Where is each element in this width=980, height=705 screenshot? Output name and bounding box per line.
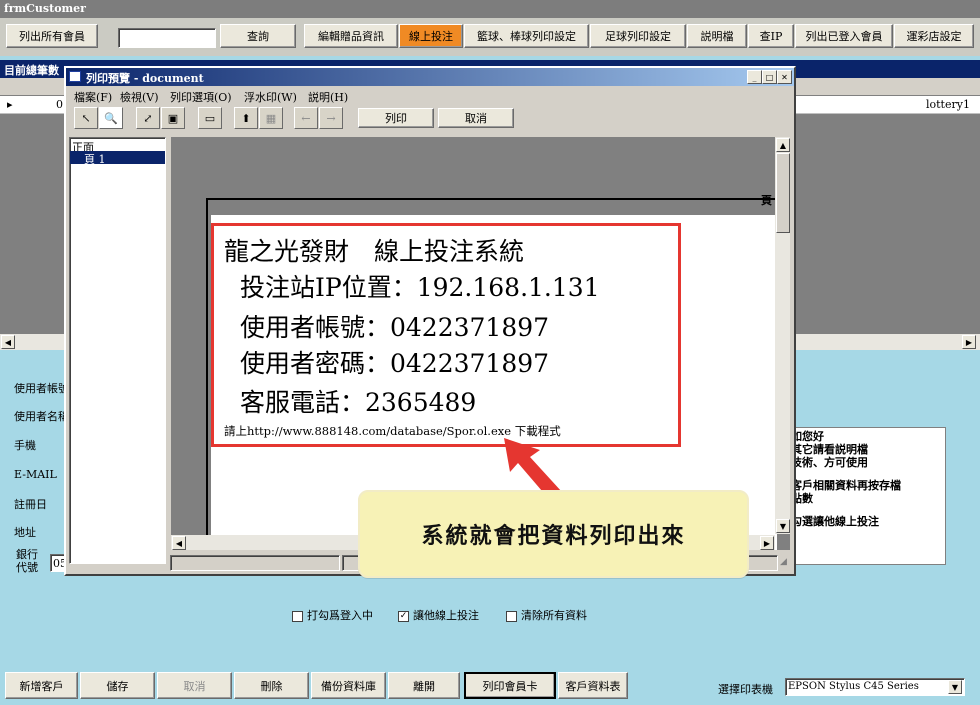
- customer-data-button[interactable]: 客戶資料表: [558, 672, 628, 699]
- doc-line-password: 使用者密碼：0422371897: [240, 349, 550, 378]
- chevron-down-icon[interactable]: ▼: [948, 680, 962, 694]
- search-input[interactable]: [118, 28, 216, 48]
- prev-page-icon[interactable]: ←: [294, 107, 318, 129]
- register-date-label: 註冊日: [14, 498, 47, 511]
- page-tree[interactable]: 正面 頁 1: [69, 137, 166, 564]
- grid-title: 目前總筆數: [4, 64, 59, 77]
- menu-file[interactable]: 檔案(F): [74, 89, 112, 105]
- checkbox-label: 打勾爲登入中: [307, 609, 373, 622]
- edit-gift-button[interactable]: 編輯贈品資訊: [304, 24, 398, 48]
- checkbox-box[interactable]: [292, 610, 303, 622]
- checkbox-label: 清除所有資料: [521, 609, 587, 622]
- callout-box: 系統就會把資料列印出來: [358, 490, 749, 578]
- checkbox-label: 讓他線上投注: [413, 609, 479, 622]
- new-customer-button[interactable]: 新增客戶: [5, 672, 78, 699]
- list-logged-button[interactable]: 列出已登入會員: [795, 24, 893, 48]
- manual-button[interactable]: 説明檔: [687, 24, 747, 48]
- query-button[interactable]: 查詢: [220, 24, 296, 48]
- menu-view[interactable]: 檢視(V): [120, 89, 159, 105]
- app-icon: [69, 71, 81, 82]
- printer-label: 選擇印表機: [718, 683, 773, 696]
- list-members-button[interactable]: 列出所有會員: [6, 24, 98, 48]
- close-button[interactable]: 離開: [388, 672, 460, 699]
- dialog-cancel-button[interactable]: 取消: [438, 108, 514, 128]
- email-label: E-MAIL: [14, 468, 57, 481]
- note-line: 點數: [791, 492, 813, 505]
- fit-page-icon[interactable]: ⤢: [136, 107, 160, 129]
- status-pane: [170, 555, 340, 571]
- delete-button[interactable]: 刪除: [234, 672, 309, 699]
- maximize-icon[interactable]: □: [762, 70, 777, 84]
- checkbox-logged-in[interactable]: 打勾爲登入中: [292, 607, 373, 623]
- soccer-print-button[interactable]: 足球列印設定: [590, 24, 686, 48]
- note-line: 技術、方可使用: [791, 456, 868, 469]
- save-icon[interactable]: ▦: [259, 107, 283, 129]
- checkbox-box[interactable]: [506, 610, 517, 622]
- grid-cell: 0: [56, 98, 63, 111]
- note-box: 如您好 其它請看説明檔 技術、方可使用 客戶相關資料再按存檔 點數 勾選讓他線上…: [788, 427, 946, 565]
- checkbox-online-bet[interactable]: ✓ 讓他線上投注: [398, 607, 479, 623]
- menu-help[interactable]: 説明(H): [308, 89, 348, 105]
- menu-print-options[interactable]: 列印選項(O): [170, 89, 232, 105]
- export-icon[interactable]: ⬆: [234, 107, 258, 129]
- print-content-highlight: 龍之光發財 線上投注系統 投注站IP位置：192.168.1.131 使用者帳號…: [211, 223, 681, 447]
- zoom-icon[interactable]: 🔍: [99, 107, 123, 129]
- tree-page-label: 頁 1: [84, 153, 106, 166]
- dialog-title: 列印預覽 - document: [86, 72, 204, 85]
- name-label: 使用者名稱: [14, 410, 69, 423]
- dialog-toolbar: ↖ 🔍 ⤢ ▣ ▭ ⬆ ▦ ← → 列印 取消: [66, 107, 794, 133]
- page-label: 頁: [761, 194, 772, 207]
- window-title-bar: frmCustomer: [0, 0, 980, 18]
- next-page-icon[interactable]: →: [319, 107, 343, 129]
- grid-cell-lottery: lottery1: [926, 98, 970, 111]
- printer-select[interactable]: EPSON Stylus C45 Series ▼: [785, 678, 965, 696]
- scroll-right-icon[interactable]: ▶: [962, 335, 976, 349]
- printer-value: EPSON Stylus C45 Series: [788, 681, 919, 692]
- window-title: frmCustomer: [4, 2, 86, 15]
- note-line: 勾選讓他線上投注: [791, 515, 879, 528]
- save-button[interactable]: 儲存: [80, 672, 155, 699]
- dialog-title-bar: 列印預覽 - document _ □ ✕: [66, 68, 794, 86]
- dialog-menu: 檔案(F) 檢視(V) 列印選項(O) 浮水印(W) 説明(H): [66, 87, 794, 105]
- phone-label: 手機: [14, 439, 36, 452]
- page-view-icon[interactable]: ▭: [198, 107, 222, 129]
- minimize-icon[interactable]: _: [747, 70, 762, 84]
- resize-grip-icon[interactable]: ◢: [780, 557, 790, 569]
- doc-line-ip: 投注站IP位置：192.168.1.131: [240, 273, 600, 302]
- note-line: 其它請看説明檔: [791, 443, 868, 456]
- scroll-left-icon[interactable]: ◀: [172, 536, 186, 550]
- doc-line-title: 龍之光發財 線上投注系統: [224, 237, 525, 266]
- lottery-settings-button[interactable]: 運彩店設定: [894, 24, 974, 48]
- cancel-button[interactable]: 取消: [157, 672, 232, 699]
- basketball-print-button[interactable]: 籃球、棒球列印設定: [464, 24, 589, 48]
- tree-item-page1[interactable]: 頁 1: [70, 151, 165, 166]
- bank-code-label: 銀行 代號: [16, 548, 38, 574]
- backup-button[interactable]: 備份資料庫: [311, 672, 386, 699]
- scroll-right-icon[interactable]: ▶: [760, 536, 774, 550]
- note-line: 客戶相關資料再按存檔: [791, 479, 901, 492]
- online-bet-button[interactable]: 線上投注: [399, 24, 463, 48]
- print-card-button[interactable]: 列印會員卡: [464, 672, 556, 699]
- close-icon[interactable]: ✕: [777, 70, 792, 84]
- note-line: 如您好: [791, 430, 824, 443]
- scroll-left-icon[interactable]: ◀: [1, 335, 15, 349]
- callout-text: 系統就會把資料列印出來: [421, 524, 686, 549]
- doc-line-username: 使用者帳號：0422371897: [240, 313, 550, 342]
- checkbox-clear-data[interactable]: 清除所有資料: [506, 607, 587, 623]
- check-ip-button[interactable]: 查IP: [748, 24, 794, 48]
- doc-line-phone: 客服電話：2365489: [240, 388, 477, 417]
- row-indicator: ▸: [7, 98, 13, 111]
- scroll-down-icon[interactable]: ▼: [776, 519, 790, 533]
- address-label: 地址: [14, 526, 36, 539]
- username-label: 使用者帳號: [14, 382, 69, 395]
- scroll-up-icon[interactable]: ▲: [776, 138, 790, 152]
- dialog-print-button[interactable]: 列印: [358, 108, 434, 128]
- menu-watermark[interactable]: 浮水印(W): [244, 89, 297, 105]
- checkbox-box-checked[interactable]: ✓: [398, 610, 409, 622]
- pointer-icon[interactable]: ↖: [74, 107, 98, 129]
- fit-width-icon[interactable]: ▣: [161, 107, 185, 129]
- scroll-thumb[interactable]: [776, 153, 790, 233]
